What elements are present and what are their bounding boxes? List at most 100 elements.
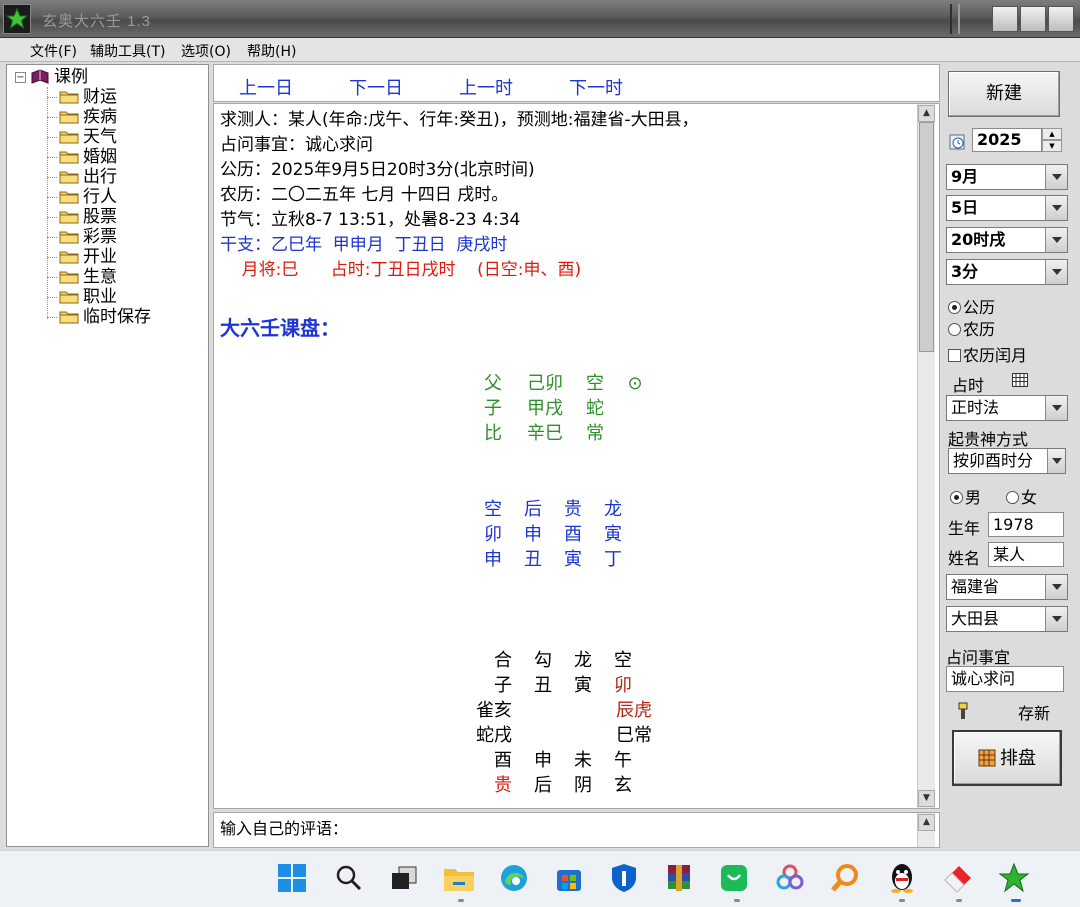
lunar-radio[interactable]: 农历 bbox=[948, 316, 995, 340]
tree-item[interactable]: 疾病 bbox=[47, 107, 117, 127]
menu-file[interactable]: 文件(F) bbox=[30, 41, 77, 61]
next-day-link[interactable]: 下一日 bbox=[349, 74, 403, 100]
tree-item[interactable]: 天气 bbox=[47, 127, 117, 147]
male-radio[interactable]: 男 bbox=[950, 484, 981, 508]
radio-icon[interactable] bbox=[1006, 491, 1019, 504]
save-new-button[interactable]: 存新 bbox=[1018, 700, 1050, 724]
case-tree[interactable]: − 课例 财运 疾病 天气 婚姻 出行 行人 股票 彩票 开业 生意 职业 临时保存 bbox=[6, 64, 209, 847]
zhanshi-method-select[interactable]: 正时法 bbox=[946, 395, 1068, 421]
ke-cell: 寅 bbox=[604, 524, 622, 545]
edge-icon[interactable] bbox=[497, 861, 531, 895]
tianpan-cell: 空 bbox=[614, 650, 632, 671]
chevron-down-icon[interactable] bbox=[1045, 165, 1067, 189]
spin-down-icon[interactable]: ▼ bbox=[1042, 140, 1062, 152]
radio-checked-icon[interactable] bbox=[950, 491, 963, 504]
province-select[interactable]: 福建省 bbox=[946, 574, 1068, 600]
tianpan-cell: 丑 bbox=[534, 675, 552, 696]
checkbox-icon[interactable] bbox=[948, 349, 961, 362]
main-scrollbar[interactable]: ▲ ▼ bbox=[917, 104, 935, 808]
year-spinner[interactable]: ▲ ▼ bbox=[1042, 128, 1062, 152]
menu-help[interactable]: 帮助(H) bbox=[247, 41, 296, 61]
minute-value: 3分 bbox=[951, 262, 979, 281]
result-text-area[interactable]: 求测人：某人(年命:戊午、行年:癸丑)，预测地:福建省-大田县， 占问事宜：诚心… bbox=[213, 103, 940, 809]
birth-year-input[interactable]: 1978 bbox=[988, 512, 1064, 537]
day-select[interactable]: 5日 bbox=[946, 195, 1068, 221]
day-value: 5日 bbox=[951, 198, 979, 217]
windows-start-icon[interactable] bbox=[275, 861, 309, 895]
scroll-up-icon[interactable]: ▲ bbox=[918, 814, 935, 831]
chuan-cell: 子 bbox=[484, 398, 502, 419]
tree-item[interactable]: 股票 bbox=[47, 207, 117, 227]
comment-input[interactable]: 输入自己的评语： ▲ bbox=[213, 812, 940, 848]
chevron-down-icon[interactable] bbox=[1045, 260, 1067, 284]
folder-icon bbox=[59, 231, 79, 244]
prev-day-link[interactable]: 上一日 bbox=[239, 74, 293, 100]
chevron-down-icon[interactable] bbox=[1045, 228, 1067, 252]
minimize-button[interactable] bbox=[992, 6, 1018, 32]
tree-item[interactable]: 生意 bbox=[47, 267, 117, 287]
minute-select[interactable]: 3分 bbox=[946, 259, 1068, 285]
file-explorer-icon[interactable] bbox=[442, 861, 476, 895]
scroll-down-icon[interactable]: ▼ bbox=[918, 790, 935, 807]
app-star-icon[interactable] bbox=[3, 4, 31, 34]
female-radio[interactable]: 女 bbox=[1006, 484, 1037, 508]
menu-options[interactable]: 选项(O) bbox=[181, 41, 231, 61]
leap-month-checkbox[interactable]: 农历闰月 bbox=[948, 342, 1027, 366]
wechat-icon[interactable] bbox=[717, 861, 751, 895]
search-icon[interactable] bbox=[332, 861, 366, 895]
tree-item[interactable]: 职业 bbox=[47, 287, 117, 307]
magnifier-search-icon[interactable] bbox=[828, 861, 862, 895]
arrange-button[interactable]: 排盘 bbox=[952, 730, 1062, 786]
scroll-thumb[interactable] bbox=[919, 122, 934, 352]
task-view-icon[interactable] bbox=[387, 861, 421, 895]
qq-penguin-icon[interactable] bbox=[885, 861, 919, 895]
tree-item[interactable]: 彩票 bbox=[47, 227, 117, 247]
new-button[interactable]: 新建 bbox=[948, 71, 1060, 117]
tree-item[interactable]: 行人 bbox=[47, 187, 117, 207]
spin-up-icon[interactable]: ▲ bbox=[1042, 128, 1062, 140]
eraser-app-icon[interactable] bbox=[941, 861, 975, 895]
scroll-up-icon[interactable]: ▲ bbox=[918, 105, 935, 122]
prev-hour-link[interactable]: 上一时 bbox=[459, 74, 513, 100]
collapse-toggle-icon[interactable]: − bbox=[15, 71, 26, 83]
save-disk-icon[interactable] bbox=[956, 702, 972, 720]
colorful-app-icon[interactable] bbox=[773, 861, 807, 895]
chevron-down-icon[interactable] bbox=[1047, 449, 1065, 473]
tree-item[interactable]: 开业 bbox=[47, 247, 117, 267]
info-line: 占问事宜：诚心求问 bbox=[220, 135, 373, 155]
app-star-icon[interactable] bbox=[997, 861, 1031, 895]
comment-scrollbar[interactable]: ▲ bbox=[917, 813, 935, 847]
chevron-down-icon[interactable] bbox=[1045, 196, 1067, 220]
chevron-down-icon[interactable] bbox=[1045, 607, 1067, 631]
tree-item[interactable]: 临时保存 bbox=[47, 307, 151, 327]
defender-icon[interactable] bbox=[607, 861, 641, 895]
maximize-button[interactable] bbox=[1020, 6, 1046, 32]
winrar-icon[interactable] bbox=[662, 861, 696, 895]
running-indicator bbox=[734, 899, 740, 902]
hour-select[interactable]: 20时戌 bbox=[946, 227, 1068, 253]
sun-icon: ⊙ bbox=[627, 373, 643, 394]
tree-connector bbox=[47, 196, 57, 198]
close-button[interactable] bbox=[1048, 6, 1074, 32]
tree-item-label: 彩票 bbox=[83, 227, 117, 247]
tree-item[interactable]: 出行 bbox=[47, 167, 117, 187]
store-icon[interactable] bbox=[552, 861, 586, 895]
radio-icon[interactable] bbox=[948, 323, 961, 336]
tree-item[interactable]: 财运 bbox=[47, 87, 117, 107]
next-hour-link[interactable]: 下一时 bbox=[569, 74, 623, 100]
year-input[interactable]: 2025 bbox=[972, 128, 1042, 152]
question-input[interactable]: 诚心求问 bbox=[946, 666, 1064, 692]
gui-method-select[interactable]: 按卯酉时分 bbox=[948, 448, 1066, 474]
radio-checked-icon[interactable] bbox=[948, 301, 961, 314]
chevron-down-icon[interactable] bbox=[1045, 396, 1067, 420]
calendar-grid-icon[interactable] bbox=[1012, 373, 1028, 387]
chevron-down-icon[interactable] bbox=[1045, 575, 1067, 599]
solar-radio[interactable]: 公历 bbox=[948, 294, 995, 318]
menu-tools[interactable]: 辅助工具(T) bbox=[90, 41, 165, 61]
month-select[interactable]: 9月 bbox=[946, 164, 1068, 190]
name-input[interactable]: 某人 bbox=[988, 542, 1064, 567]
tree-root[interactable]: − 课例 bbox=[15, 67, 88, 87]
county-select[interactable]: 大田县 bbox=[946, 606, 1068, 632]
ke-cell: 贵 bbox=[564, 499, 582, 520]
tree-item[interactable]: 婚姻 bbox=[47, 147, 117, 167]
